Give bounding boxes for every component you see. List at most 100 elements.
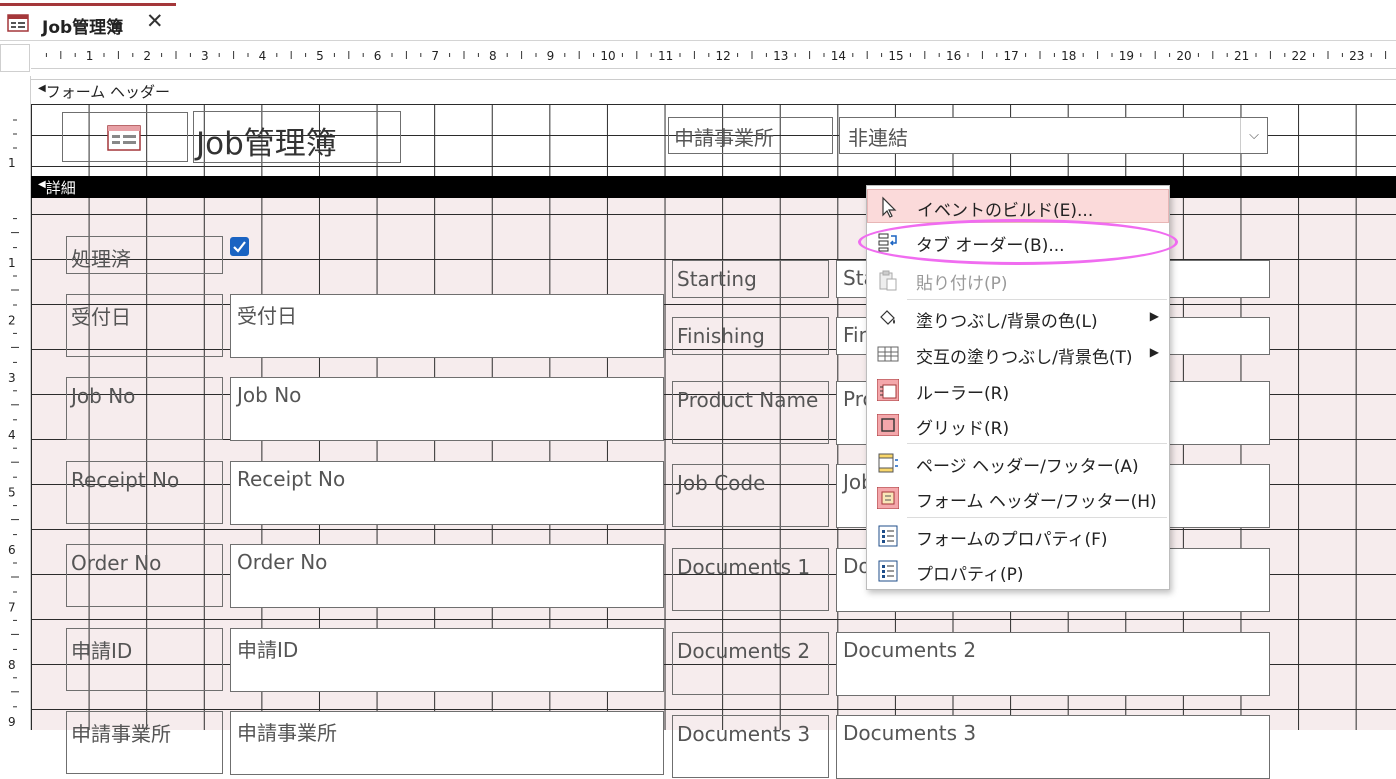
menu-item-page-header-footer[interactable]: ページ ヘッダー/フッター(A) [867, 446, 1169, 480]
form-header-section-bar[interactable]: ◀フォーム ヘッダー [31, 79, 1396, 101]
menu-item-grid[interactable]: グリッド(R) [867, 408, 1169, 442]
menu-item-ruler[interactable]: ルーラー(R) [867, 373, 1169, 407]
menu-item-label: 貼り付け(P) [916, 274, 1008, 294]
vertical-ruler[interactable]: 1 1 2 3 4 5 6 7 8 9 [0, 76, 31, 730]
ruler-label: 3 [8, 371, 16, 385]
office-label[interactable]: 申請事業所 [668, 117, 833, 154]
field-label[interactable]: 申請事業所 [66, 711, 223, 774]
ruler-label: 5 [316, 49, 324, 63]
field-textbox[interactable]: 申請ID [230, 628, 664, 692]
ruler-label: 12 [716, 49, 731, 63]
ruler-label: 17 [1004, 49, 1019, 63]
menu-item-label: グリッド(R) [916, 419, 1010, 439]
ruler-label: 3 [201, 49, 209, 63]
chevron-down-icon[interactable]: ⌵ [1240, 118, 1267, 153]
menu-item-build-event[interactable]: イベントのビルド(E)... [867, 189, 1169, 223]
ruler-label: 5 [8, 486, 16, 500]
field-label[interactable]: Order No [66, 544, 223, 607]
ruler-label: 21 [1234, 49, 1249, 63]
menu-item-paste[interactable]: 貼り付け(P) [867, 263, 1169, 297]
field-textbox[interactable]: 申請事業所 [230, 711, 664, 775]
horizontal-ruler[interactable]: 1 2 3 4 5 6 7 8 9 10 11 12 13 14 15 16 17 18 19 20 21 22 23 [31, 44, 1396, 69]
field-label[interactable]: Starting [672, 260, 829, 298]
properties-icon [878, 560, 898, 582]
collapse-arrow-icon: ◀ [38, 83, 46, 94]
ruler-corner[interactable] [0, 44, 30, 72]
fill-bucket-icon [880, 310, 895, 325]
field-label[interactable]: Receipt No [66, 461, 223, 524]
office-combo-box[interactable]: 非連結 ⌵ [839, 117, 1268, 154]
field-label[interactable]: Documents 3 [672, 715, 829, 778]
document-tab-bar [0, 0, 1396, 41]
collapse-arrow-icon: ◀ [38, 179, 46, 190]
field-label[interactable]: 受付日 [66, 294, 223, 357]
cursor-icon [882, 196, 897, 218]
menu-item-properties[interactable]: プロパティ(P) [867, 554, 1169, 588]
ruler-label: 19 [1119, 49, 1134, 63]
field-textbox[interactable]: Order No [230, 544, 664, 608]
menu-item-label: フォーム ヘッダー/フッター(H) [916, 492, 1157, 512]
checkmark-icon [233, 241, 246, 253]
menu-item-form-properties[interactable]: フォームのプロパティ(F) [867, 519, 1169, 553]
processed-checkbox[interactable] [230, 237, 249, 256]
ruler-label: 4 [8, 428, 16, 442]
processed-label[interactable]: 処理済 [66, 236, 223, 274]
ruler-icon [877, 379, 899, 401]
close-icon[interactable]: ✕ [146, 9, 164, 33]
grid-icon [877, 414, 899, 436]
ruler-label: 15 [888, 49, 903, 63]
header-logo-frame[interactable] [62, 112, 188, 162]
menu-item-alternate-fill[interactable]: 交互の塗りつぶし/背景色(T) ▶ [867, 337, 1169, 371]
menu-item-label: 交互の塗りつぶし/背景色(T) [916, 348, 1133, 368]
menu-item-label: 塗りつぶし/背景の色(L) [916, 312, 1098, 332]
field-textbox[interactable]: Documents 2 [836, 632, 1270, 696]
menu-separator [907, 299, 1167, 300]
menu-separator [907, 443, 1167, 444]
detail-section-bar[interactable]: ◀詳細 [31, 176, 1396, 198]
field-label[interactable]: Finishing [672, 317, 829, 355]
form-title-label[interactable]: Job管理簿 [193, 111, 401, 163]
menu-item-label: イベントのビルド(E)... [917, 201, 1094, 221]
ruler-label: 1 [8, 256, 16, 270]
ruler-label: 7 [8, 600, 16, 614]
ruler-label: 4 [259, 49, 267, 63]
ruler-label: 2 [143, 49, 151, 63]
ruler-label: 10 [600, 49, 615, 63]
annotation-highlight-ellipse [858, 219, 1178, 265]
document-tab-title: Job管理簿 [42, 18, 124, 38]
ruler-label: 16 [946, 49, 961, 63]
ruler-label: 13 [773, 49, 788, 63]
alternate-fill-icon [877, 346, 899, 362]
form-header-section-label: フォーム ヘッダー [45, 83, 171, 101]
document-tab[interactable]: Job管理簿 ✕ [0, 3, 176, 40]
field-label[interactable]: Job Code [672, 464, 829, 527]
horizontal-ruler-ticks: 1 2 3 4 5 6 7 8 9 10 11 12 13 14 15 16 17 18 19 20 21 22 23 [45, 49, 1387, 63]
menu-item-fill-color[interactable]: 塗りつぶし/背景の色(L) ▶ [867, 301, 1169, 335]
ruler-label: 9 [8, 715, 16, 729]
ruler-label: 14 [831, 49, 846, 63]
field-textbox[interactable]: Documents 3 [836, 715, 1270, 779]
form-properties-icon [878, 525, 898, 547]
ruler-label: 8 [489, 49, 497, 63]
field-textbox[interactable]: Job No [230, 377, 664, 441]
field-textbox[interactable]: Receipt No [230, 461, 664, 525]
menu-item-form-header-footer[interactable]: フォーム ヘッダー/フッター(H) [867, 481, 1169, 515]
field-label[interactable]: Product Name [672, 381, 829, 444]
vertical-ruler-ticks: 1 1 2 3 4 5 6 7 8 9 [8, 119, 19, 729]
menu-separator [907, 517, 1167, 518]
ruler-label: 6 [8, 543, 16, 557]
field-textbox[interactable]: 受付日 [230, 294, 664, 358]
field-label[interactable]: Job No [66, 377, 223, 440]
ruler-label: 1 [86, 49, 94, 63]
form-icon [7, 14, 29, 32]
ruler-label: 11 [658, 49, 673, 63]
field-label[interactable]: Documents 1 [672, 548, 829, 611]
ruler-label: 22 [1292, 49, 1307, 63]
field-label[interactable]: 申請ID [66, 628, 223, 691]
form-header-icon [877, 487, 899, 509]
menu-item-label: ページ ヘッダー/フッター(A) [916, 457, 1139, 477]
field-label[interactable]: Documents 2 [672, 632, 829, 695]
office-combo-value: 非連結 [848, 126, 908, 150]
ruler-label: 2 [8, 313, 16, 327]
submenu-arrow-icon: ▶ [1149, 309, 1159, 323]
